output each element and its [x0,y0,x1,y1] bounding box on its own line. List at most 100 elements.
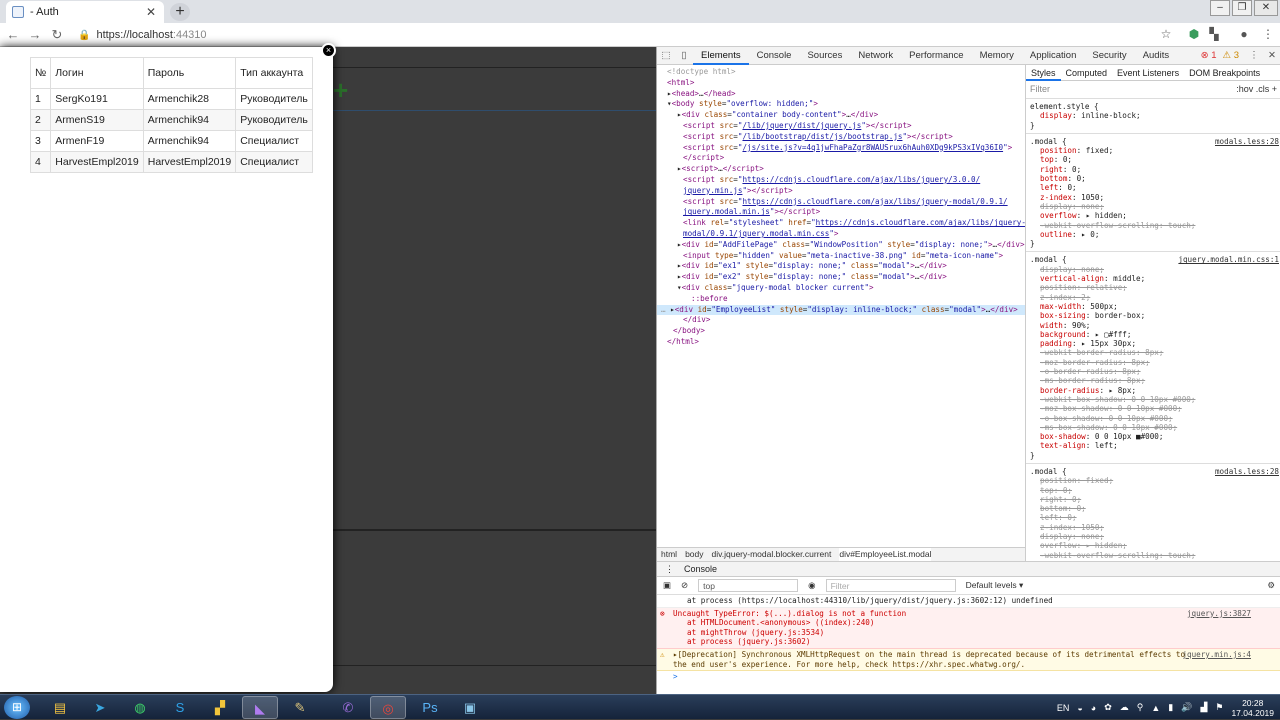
address-bar[interactable]: 🔒 https://localhost:44310 [74,25,1184,45]
tab-event-listeners[interactable]: Event Listeners [1112,65,1184,81]
photoshop-icon[interactable]: Ps [412,696,448,719]
dom-node[interactable]: jquery.modal.min.js"></script> [657,207,1025,218]
css-property[interactable]: bottom: 0; [1030,504,1278,513]
breadcrumb-item[interactable]: body [685,548,703,561]
volume-icon[interactable]: 🔊 [1181,702,1192,713]
css-property[interactable]: position: relative; [1030,283,1278,292]
css-property[interactable]: -webkit-overflow-scrolling: touch; [1030,221,1278,230]
sidebar-toggle-icon[interactable]: ▣ [663,580,671,591]
filezilla-icon[interactable]: ▞ [202,696,238,719]
dom-node[interactable]: <html> [657,78,1025,89]
css-source-link[interactable]: modals.less:28 [1215,467,1279,476]
add-icon[interactable]: + [333,77,348,103]
skype-icon[interactable]: S [162,696,198,719]
visual-studio-icon[interactable]: ◣ [242,696,278,719]
css-property[interactable]: -webkit-overflow-scrolling: touch; [1030,551,1278,560]
console-settings-gear-icon[interactable]: ⚙ [1267,580,1280,591]
notepad-icon[interactable]: ✎ [282,696,318,719]
dom-node[interactable]: <input type="hidden" value="meta-inactiv… [657,251,1025,262]
tray-app-icon[interactable]: ◒ [1077,703,1082,713]
css-selector[interactable]: element.style { [1030,102,1278,111]
tray-app-icon[interactable]: ☁ [1120,702,1129,713]
dom-node[interactable]: <script src="/lib/jquery/dist/jquery.js"… [657,121,1025,132]
tab-elements[interactable]: Elements [693,47,749,65]
error-source-link[interactable]: jquery.js:3827 [1187,609,1251,619]
tab-console[interactable]: Console [749,47,800,65]
forward-icon[interactable]: → [26,26,44,44]
css-property[interactable]: right: 0; [1030,495,1278,504]
live-expression-eye-icon[interactable]: ◉ [808,580,815,591]
dom-node[interactable]: ▾<div class="jquery-modal blocker curren… [657,283,1025,294]
dom-node[interactable]: <script src="https://cdnjs.cloudflare.co… [657,197,1025,208]
warning-message[interactable]: ▸[Deprecation] Synchronous XMLHttpReques… [673,650,1185,659]
dom-node[interactable]: </html> [657,337,1025,348]
css-property[interactable]: -moz-box-shadow: 0 0 10px #000; [1030,404,1278,413]
dom-node[interactable]: ▸<div class="container body-content">…</… [657,110,1025,121]
css-property[interactable]: border-radius: ▸ 8px; [1030,386,1278,395]
dom-node[interactable]: ▸<div id="AddFilePage" class="WindowPosi… [657,240,1025,251]
css-property[interactable]: position: fixed; [1030,146,1278,155]
clock[interactable]: 20:28 17.04.2019 [1231,698,1274,718]
tray-app-icon[interactable]: ✿ [1104,702,1112,713]
dom-node[interactable]: modal/0.9.1/jquery.modal.min.css"> [657,229,1025,240]
device-toolbar-icon[interactable]: ▯ [675,50,693,61]
drawer-menu-icon[interactable]: ⋮ [665,562,674,576]
css-property[interactable]: -webkit-border-radius: 8px; [1030,348,1278,357]
log-levels-dropdown[interactable]: Default levels ▾ [966,580,1024,591]
dom-node[interactable]: ::before [657,294,1025,305]
css-property[interactable]: -o-box-shadow: 0 0 10px #000; [1030,414,1278,423]
tab-sources[interactable]: Sources [799,47,850,65]
tab-dom-breakpoints[interactable]: DOM Breakpoints [1184,65,1265,81]
inspect-element-icon[interactable]: ⬚ [657,50,675,61]
viber-icon[interactable]: ✆ [330,696,366,719]
stack-frame[interactable]: at mightThrow (jquery.js:3534) [673,628,1251,638]
css-property[interactable]: overflow: ▸ hidden; [1030,211,1278,220]
extension-shield-icon[interactable]: ⬢ [1186,26,1202,42]
clear-console-icon[interactable]: ⊘ [681,580,688,591]
css-property[interactable]: display: none; [1030,532,1278,541]
tab-performance[interactable]: Performance [901,47,971,65]
browser-menu-icon[interactable]: ⋮ [1260,26,1276,42]
whatsapp-icon[interactable]: ◍ [122,696,158,719]
modal-close-button[interactable]: × [321,43,336,58]
css-property[interactable]: width: 90%; [1030,321,1278,330]
devtools-close-icon[interactable]: ✕ [1263,50,1280,61]
dom-node[interactable]: <!doctype html> [657,67,1025,78]
css-property[interactable]: text-align: left; [1030,441,1278,450]
css-property[interactable]: position: fixed; [1030,476,1278,485]
dom-node[interactable]: <script src="/js/site.js?v=4q1jwFhaPaZgr… [657,143,1025,154]
dom-node[interactable]: ▸<div id="ex2" style="display: none;" cl… [657,272,1025,283]
warning-source-link[interactable]: jquery.min.js:4 [1182,650,1251,660]
styles-filter-input[interactable]: Filter :hov .cls + [1026,81,1280,99]
tab-computed[interactable]: Computed [1061,65,1113,81]
css-property[interactable]: display: none; [1030,202,1278,211]
tab-network[interactable]: Network [850,47,901,65]
context-select[interactable]: top [698,579,799,592]
language-indicator[interactable]: EN [1057,703,1070,713]
maximize-button[interactable]: ❐ [1232,0,1252,16]
css-property[interactable]: outline: ▸ 0; [1030,230,1278,239]
stack-frame[interactable]: at process (jquery.js:3602) [673,637,1251,647]
tab-memory[interactable]: Memory [972,47,1022,65]
breadcrumb-item[interactable]: html [661,548,677,561]
tray-app-icon[interactable]: ◕ [1091,703,1096,713]
css-property[interactable]: -ms-box-shadow: 0 0 10px #000; [1030,423,1278,432]
css-property[interactable]: z-index: 1050; [1030,193,1278,202]
dom-node[interactable]: ▸<script>…</script> [657,164,1025,175]
devtools-menu-icon[interactable]: ⋮ [1245,50,1263,61]
dom-node[interactable]: </body> [657,326,1025,337]
styles-tools[interactable]: :hov .cls + [1236,84,1277,94]
css-property[interactable]: right: 0; [1030,165,1278,174]
css-property[interactable]: -webkit-box-shadow: 0 0 10px #000; [1030,395,1278,404]
start-button[interactable]: ⊞ [4,696,30,719]
css-property[interactable]: z-index: 2; [1030,293,1278,302]
show-hidden-icons-icon[interactable]: ▲ [1151,703,1160,713]
file-explorer-icon[interactable]: ▤ [42,696,78,719]
css-property[interactable]: box-sizing: border-box; [1030,311,1278,320]
new-tab-button[interactable]: + [170,3,190,21]
dom-node[interactable]: ▸<div id="ex1" style="display: none;" cl… [657,261,1025,272]
dom-node[interactable]: <link rel="stylesheet" href="https://cdn… [657,218,1025,229]
css-property[interactable]: overflow: ▸ hidden; [1030,541,1278,550]
dom-node[interactable]: </div> [657,315,1025,326]
tab-application[interactable]: Application [1022,47,1084,65]
